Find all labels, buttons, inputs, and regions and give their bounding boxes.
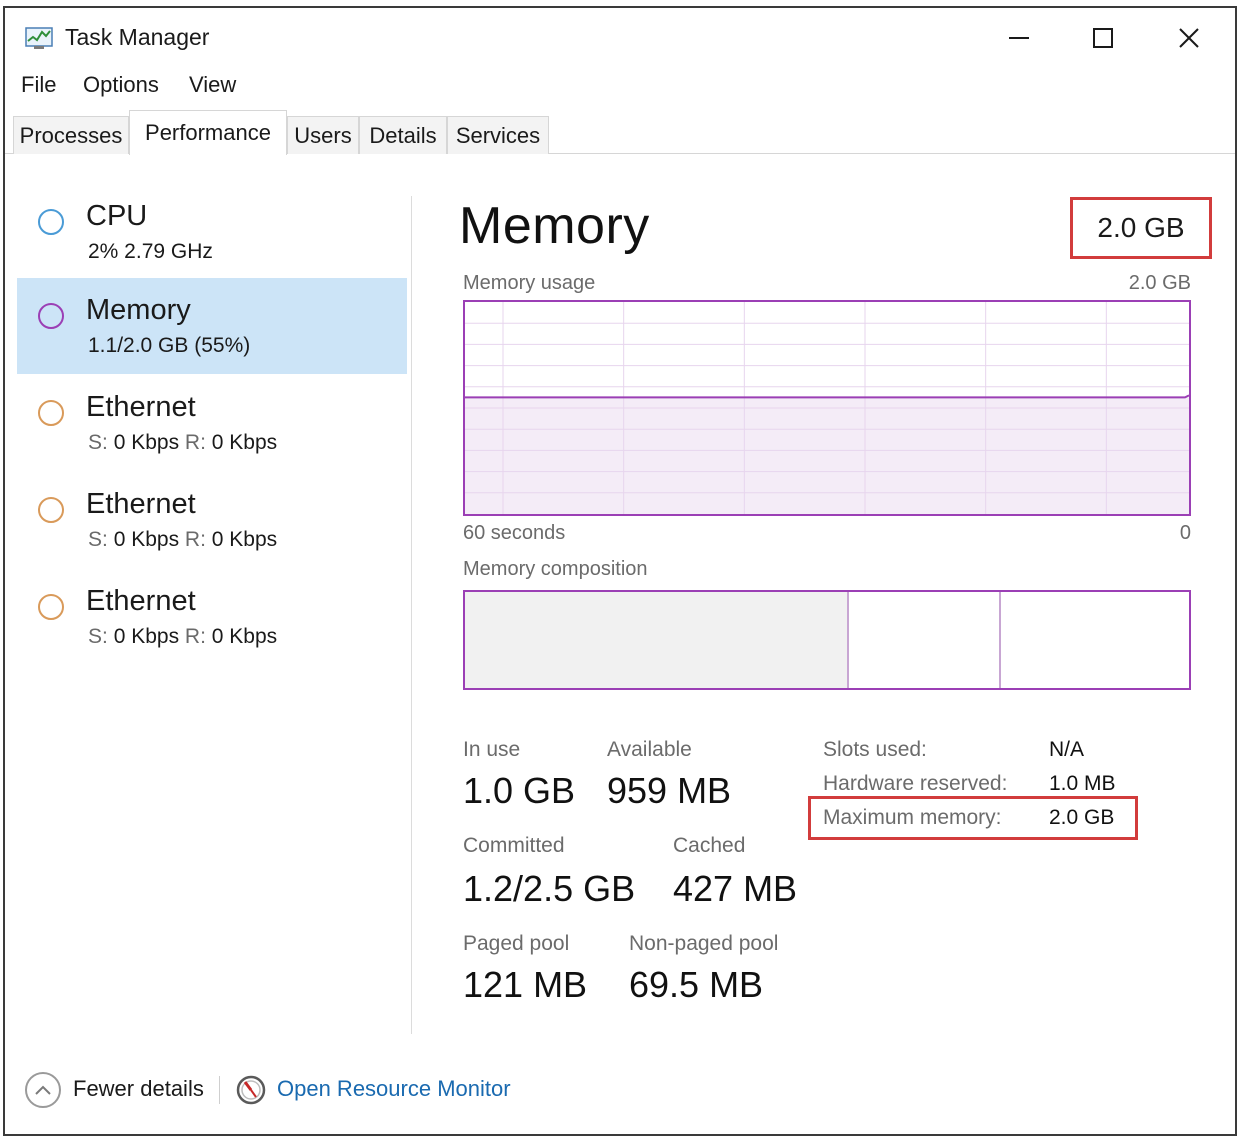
sidebar-item-title: CPU <box>86 200 148 232</box>
ethernet-circle-icon <box>38 400 64 426</box>
available-label: Available <box>607 738 692 761</box>
hardware-reserved-label: Hardware reserved: <box>823 772 1008 795</box>
tab-users[interactable]: Users <box>287 116 359 154</box>
memory-composition-bar <box>463 590 1191 690</box>
slots-used-label: Slots used: <box>823 738 927 761</box>
chevron-up-icon[interactable] <box>25 1072 61 1108</box>
minimize-icon <box>1009 37 1029 39</box>
sidebar-item-subtitle: S: 0 Kbps R: 0 Kbps <box>88 625 278 648</box>
sidebar-item-title: Ethernet <box>86 488 196 520</box>
usage-graph-time-label: 60 seconds <box>463 522 566 544</box>
ethernet-circle-icon <box>38 594 64 620</box>
task-manager-icon <box>23 25 55 51</box>
close-icon <box>1179 28 1199 48</box>
total-memory-value: 2.0 GB <box>1097 212 1185 243</box>
sidebar-item-cpu[interactable]: CPU 2% 2.79 GHz <box>17 184 407 280</box>
tab-services[interactable]: Services <box>447 116 549 154</box>
sidebar-item-ethernet[interactable]: Ethernet S: 0 Kbps R: 0 Kbps <box>17 375 407 471</box>
in-use-label: In use <box>463 738 521 761</box>
ethernet-circle-icon <box>38 497 64 523</box>
menu-file[interactable]: File <box>21 72 56 98</box>
resource-monitor-icon[interactable] <box>235 1074 267 1106</box>
paged-pool-value: 121 MB <box>463 964 588 1005</box>
hardware-reserved-value: 1.0 MB <box>1049 772 1116 795</box>
cpu-circle-icon <box>38 209 64 235</box>
memory-usage-graph <box>463 300 1191 516</box>
sidebar-item-title: Ethernet <box>86 391 196 423</box>
maximum-memory-label: Maximum memory: <box>823 806 1002 829</box>
non-paged-pool-value: 69.5 MB <box>629 964 764 1005</box>
sidebar-item-subtitle: S: 0 Kbps R: 0 Kbps <box>88 528 278 551</box>
tab-processes[interactable]: Processes <box>13 116 129 154</box>
committed-value: 1.2/2.5 GB <box>463 868 636 909</box>
sidebar-item-ethernet[interactable]: Ethernet S: 0 Kbps R: 0 Kbps <box>17 472 407 568</box>
sidebar-item-title: Ethernet <box>86 585 196 617</box>
sidebar-item-subtitle: 2% 2.79 GHz <box>88 240 213 263</box>
title-bar: Task Manager <box>5 8 1235 66</box>
memory-circle-icon <box>38 303 64 329</box>
non-paged-pool-label: Non-paged pool <box>629 932 779 955</box>
available-value: 959 MB <box>607 770 732 811</box>
sidebar-item-subtitle: S: 0 Kbps R: 0 Kbps <box>88 431 278 454</box>
cached-label: Cached <box>673 834 746 857</box>
memory-panel: Memory 2.0 GB Memory usage 2.0 GB 60 sec… <box>415 156 1235 1040</box>
composition-in-use-segment <box>465 592 849 688</box>
maximize-button[interactable] <box>1081 18 1125 58</box>
menu-view[interactable]: View <box>189 72 236 98</box>
sidebar-item-subtitle: 1.1/2.0 GB (55%) <box>88 334 251 357</box>
minimize-button[interactable] <box>997 18 1041 58</box>
maximize-icon <box>1093 28 1113 48</box>
slots-used-value: N/A <box>1049 738 1085 761</box>
task-manager-window: Task Manager File Options View Processes… <box>3 6 1237 1136</box>
memory-usage-chart <box>465 302 1189 514</box>
open-resource-monitor-link[interactable]: Open Resource Monitor <box>277 1076 511 1102</box>
tab-details[interactable]: Details <box>359 116 447 154</box>
close-button[interactable] <box>1167 18 1211 58</box>
composition-label: Memory composition <box>463 558 648 580</box>
tab-performance[interactable]: Performance <box>129 110 287 155</box>
total-memory-highlight: 2.0 GB <box>1070 197 1212 259</box>
tab-bar: Processes Performance Users Details Serv… <box>5 108 1235 155</box>
in-use-value: 1.0 GB <box>463 770 576 811</box>
footer: Fewer details Open Resource Monitor <box>5 1064 1235 1120</box>
window-title: Task Manager <box>65 24 210 50</box>
usage-graph-label: Memory usage <box>463 272 596 294</box>
footer-divider <box>219 1076 220 1104</box>
sidebar-item-memory[interactable]: Memory 1.1/2.0 GB (55%) <box>17 278 407 374</box>
usage-graph-zero-label: 0 <box>1179 522 1191 544</box>
committed-label: Committed <box>463 834 565 857</box>
paged-pool-label: Paged pool <box>463 932 570 955</box>
menu-bar: File Options View <box>5 68 1235 104</box>
sidebar-item-ethernet[interactable]: Ethernet S: 0 Kbps R: 0 Kbps <box>17 569 407 665</box>
menu-options[interactable]: Options <box>83 72 159 98</box>
maximum-memory-value: 2.0 GB <box>1049 806 1115 829</box>
performance-sidebar: CPU 2% 2.79 GHz Memory 1.1/2.0 GB (55%) … <box>5 156 413 1040</box>
cached-value: 427 MB <box>673 868 798 909</box>
sidebar-item-title: Memory <box>86 294 191 326</box>
fewer-details-button[interactable]: Fewer details <box>73 1076 204 1102</box>
composition-modified-segment <box>849 592 1001 688</box>
usage-graph-max-label: 2.0 GB <box>1128 272 1191 294</box>
usage-fill-area <box>465 397 1189 514</box>
page-title: Memory <box>459 197 650 255</box>
usage-line <box>465 394 1189 399</box>
sidebar-divider <box>411 196 412 1034</box>
